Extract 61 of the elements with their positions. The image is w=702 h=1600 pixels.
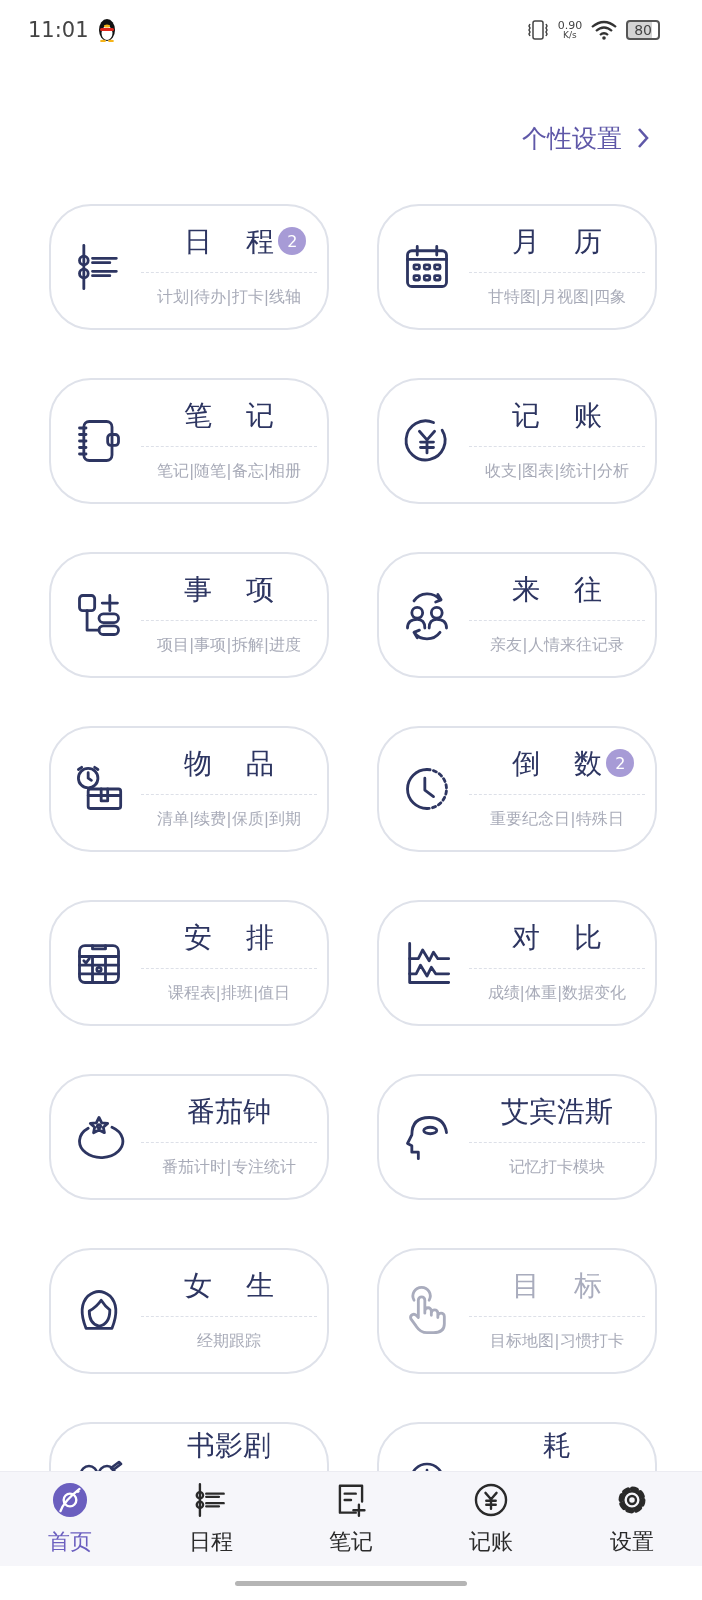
feature-card[interactable]: 番茄钟 番茄计时|专注统计 <box>49 1074 329 1200</box>
card-title: 目 标 <box>511 1268 603 1304</box>
card-title: 记 账 <box>511 398 603 434</box>
feature-card[interactable]: 书影剧 <box>49 1422 329 1471</box>
card-title: 书影剧 <box>187 1428 271 1464</box>
card-subtitle: 项目|事项|拆解|进度 <box>156 635 302 656</box>
card-subtitle: 重要纪念日|特殊日 <box>490 809 624 830</box>
card-title: 安 排 <box>183 920 275 956</box>
card-title: 来 往 <box>511 572 603 608</box>
vibrate-icon <box>525 18 550 42</box>
card-title: 对 比 <box>511 920 603 956</box>
card-subtitle: 笔记|随笔|备忘|相册 <box>156 461 302 482</box>
feature-card[interactable]: 艾宾浩斯 记忆打卡模块 <box>377 1074 657 1200</box>
card-title: 艾宾浩斯 <box>501 1094 613 1130</box>
card-subtitle: 收支|图表|统计|分析 <box>484 461 630 482</box>
card-title: 女 生 <box>183 1268 275 1304</box>
card-subtitle: 计划|待办|打卡|线轴 <box>156 287 302 308</box>
feature-card[interactable]: 耗 <box>377 1422 657 1471</box>
feature-card[interactable]: 记 账 收支|图表|统计|分析 <box>377 378 657 504</box>
card-title: 耗 <box>543 1428 571 1464</box>
card-subtitle: 目标地图|习惯打卡 <box>490 1331 624 1352</box>
clock-time: 11:01 <box>28 18 89 42</box>
wifi-icon <box>590 19 619 41</box>
card-subtitle: 经期跟踪 <box>197 1331 261 1352</box>
battery-indicator: 80 <box>626 20 660 40</box>
count-badge: 2 <box>606 749 635 777</box>
card-title: 事 项 <box>183 572 275 608</box>
feature-card[interactable]: 月 历 甘特图|月视图|四象 <box>377 204 657 330</box>
penguin-icon <box>96 18 117 42</box>
feature-card[interactable]: 对 比 成绩|体重|数据变化 <box>377 900 657 1026</box>
feature-card[interactable]: 女 生 经期跟踪 <box>49 1248 329 1374</box>
nav-tab[interactable]: 设置 <box>561 1472 702 1566</box>
nav-tab[interactable]: 记账 <box>421 1472 562 1566</box>
card-title: 番茄钟 <box>187 1094 271 1130</box>
card-subtitle: 番茄计时|专注统计 <box>162 1157 296 1178</box>
card-subtitle: 成绩|体重|数据变化 <box>487 983 627 1004</box>
feature-card[interactable]: 物 品 清单|续费|保质|到期 <box>49 726 329 852</box>
feature-card[interactable]: 事 项 项目|事项|拆解|进度 <box>49 552 329 678</box>
chevron-right-icon[interactable] <box>636 126 650 150</box>
card-title: 物 品 <box>183 746 275 782</box>
card-title: 笔 记 <box>183 398 275 434</box>
nav-tab[interactable]: 首页 <box>0 1472 141 1566</box>
card-subtitle: 记忆打卡模块 <box>509 1157 605 1178</box>
card-subtitle: 清单|续费|保质|到期 <box>156 809 302 830</box>
feature-card[interactable]: 来 往 亲友|人情来往记录 <box>377 552 657 678</box>
nav-tab[interactable]: 笔记 <box>280 1472 422 1566</box>
card-title: 月 历 <box>511 224 603 260</box>
feature-card[interactable]: 日 程 2 计划|待办|打卡|线轴 <box>49 204 329 330</box>
card-subtitle: 课程表|排班|值日 <box>167 983 291 1004</box>
card-title: 倒 数 <box>511 746 603 782</box>
nav-tab[interactable]: 日程 <box>140 1472 281 1566</box>
feature-card[interactable]: 安 排 课程表|排班|值日 <box>49 900 329 1026</box>
feature-card[interactable]: 倒 数 2 重要纪念日|特殊日 <box>377 726 657 852</box>
count-badge: 2 <box>278 227 307 255</box>
card-subtitle: 甘特图|月视图|四象 <box>487 287 627 308</box>
feature-card[interactable]: 笔 记 笔记|随笔|备忘|相册 <box>49 378 329 504</box>
personalize-link[interactable]: 个性设置 <box>522 121 622 155</box>
speed-unit: K/s <box>563 31 577 40</box>
network-speed: 0.90 <box>557 20 583 31</box>
card-title: 日 程 <box>183 224 275 260</box>
card-subtitle: 亲友|人情来往记录 <box>490 635 624 656</box>
